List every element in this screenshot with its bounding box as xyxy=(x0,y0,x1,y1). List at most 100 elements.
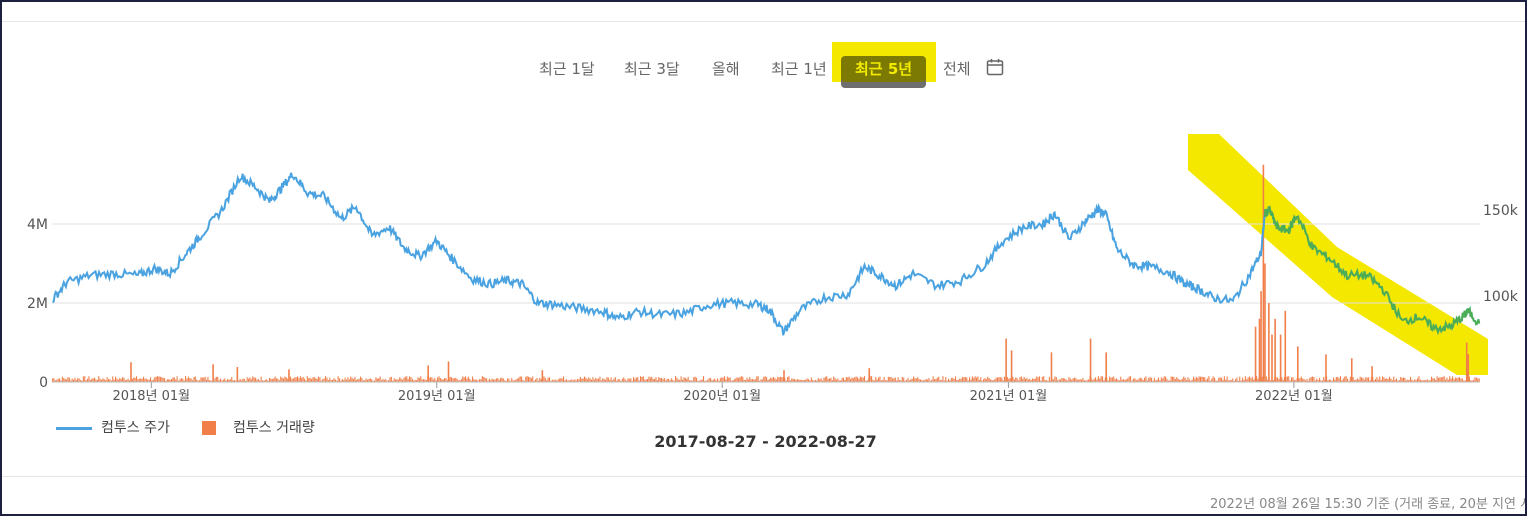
volume-bar xyxy=(447,361,450,382)
volume-bar xyxy=(1449,376,1451,382)
volume-bar xyxy=(162,377,164,382)
volume-bar xyxy=(404,376,406,382)
period-3m-button[interactable]: 최근 3달 xyxy=(624,56,680,82)
volume-bar xyxy=(582,378,584,382)
period-ytd-button[interactable]: 올해 xyxy=(712,56,740,82)
volume-bar xyxy=(1436,376,1438,382)
period-5y-button[interactable]: 최근 5년 xyxy=(841,56,927,82)
volume-bar xyxy=(1467,354,1470,382)
volume-bar xyxy=(1456,378,1458,382)
volume-bar xyxy=(427,365,429,382)
volume-bar xyxy=(115,376,117,382)
volume-bar xyxy=(871,376,873,382)
volume-bar xyxy=(1006,377,1008,382)
volume-bar xyxy=(1043,376,1045,382)
volume-bar xyxy=(999,377,1001,382)
volume-bar xyxy=(613,378,615,382)
volume-bar xyxy=(260,376,262,382)
volume-bar xyxy=(903,377,905,382)
volume-bar xyxy=(826,376,828,382)
volume-bar xyxy=(255,377,257,382)
volume-bar xyxy=(766,377,768,382)
volume-bar xyxy=(976,377,978,382)
volume-bar xyxy=(1450,378,1452,382)
volume-bar xyxy=(173,377,175,382)
volume-bar xyxy=(887,376,889,382)
volume-bar xyxy=(1432,378,1434,382)
volume-bar xyxy=(354,376,356,382)
volume-bar xyxy=(204,376,206,382)
volume-bar xyxy=(528,376,530,382)
volume-bar xyxy=(883,377,885,382)
volume-bar xyxy=(1279,334,1282,382)
volume-bar xyxy=(1379,376,1381,382)
volume-bar xyxy=(633,377,635,382)
volume-bar xyxy=(1347,378,1349,382)
volume-bar xyxy=(932,376,934,382)
volume-bar xyxy=(736,377,738,382)
volume-bar xyxy=(728,377,730,382)
volume-bar xyxy=(1309,378,1311,382)
volume-bar xyxy=(68,377,70,382)
volume-bar xyxy=(431,377,433,382)
volume-bar xyxy=(1446,377,1448,382)
volume-bar xyxy=(302,376,304,382)
volume-bar xyxy=(1072,378,1074,382)
volume-bar xyxy=(288,369,290,382)
volume-bar xyxy=(1365,377,1367,382)
volume-bar xyxy=(1459,377,1461,382)
calendar-icon[interactable] xyxy=(986,58,1004,76)
volume-bar xyxy=(945,376,947,382)
volume-bar xyxy=(217,376,219,382)
volume-bar xyxy=(1183,376,1185,382)
volume-bar xyxy=(312,377,314,382)
volume-bar xyxy=(438,376,440,382)
volume-bar xyxy=(630,378,632,382)
volume-bar xyxy=(962,377,964,382)
volume-bar xyxy=(729,377,731,382)
volume-bar xyxy=(973,377,975,382)
volume-bar xyxy=(724,376,726,382)
volume-bar xyxy=(1116,378,1118,382)
volume-bar xyxy=(969,377,971,382)
volume-bar xyxy=(1194,378,1196,382)
volume-bar xyxy=(833,376,835,382)
volume-bar xyxy=(508,378,510,382)
volume-bar xyxy=(810,377,812,382)
volume-bar xyxy=(481,376,483,382)
volume-bar xyxy=(133,377,135,382)
volume-bar xyxy=(164,378,166,382)
volume-bar xyxy=(915,378,917,382)
volume-bar xyxy=(889,376,891,382)
volume-bar xyxy=(1187,377,1189,382)
volume-bar xyxy=(1010,350,1013,382)
volume-bar xyxy=(763,376,765,382)
volume-bar xyxy=(1242,377,1244,382)
volume-bar xyxy=(693,377,695,382)
volume-bar xyxy=(116,378,118,382)
volume-bar xyxy=(1184,377,1186,382)
volume-bar xyxy=(942,376,944,382)
volume-bar xyxy=(525,376,527,382)
volume-bar xyxy=(326,377,328,382)
volume-bar xyxy=(1382,376,1384,382)
volume-bar xyxy=(847,377,849,382)
volume-bar xyxy=(980,377,982,382)
volume-bar xyxy=(735,378,737,382)
volume-bar xyxy=(1323,376,1325,382)
volume-bar xyxy=(61,376,63,382)
volume-bar xyxy=(637,377,639,382)
period-1m-button[interactable]: 최근 1달 xyxy=(539,56,595,82)
period-1y-button[interactable]: 최근 1년 xyxy=(771,56,827,82)
volume-bar xyxy=(936,377,938,382)
period-all-button[interactable]: 전체 xyxy=(943,56,971,82)
volume-bar xyxy=(77,378,79,382)
volume-bar xyxy=(1160,377,1162,382)
volume-bar xyxy=(987,376,989,382)
volume-bar xyxy=(246,377,248,382)
volume-bar xyxy=(519,376,521,382)
volume-bar xyxy=(1335,376,1337,382)
volume-bar xyxy=(1054,376,1056,382)
volume-bar xyxy=(623,377,625,382)
volume-bar xyxy=(627,378,629,382)
